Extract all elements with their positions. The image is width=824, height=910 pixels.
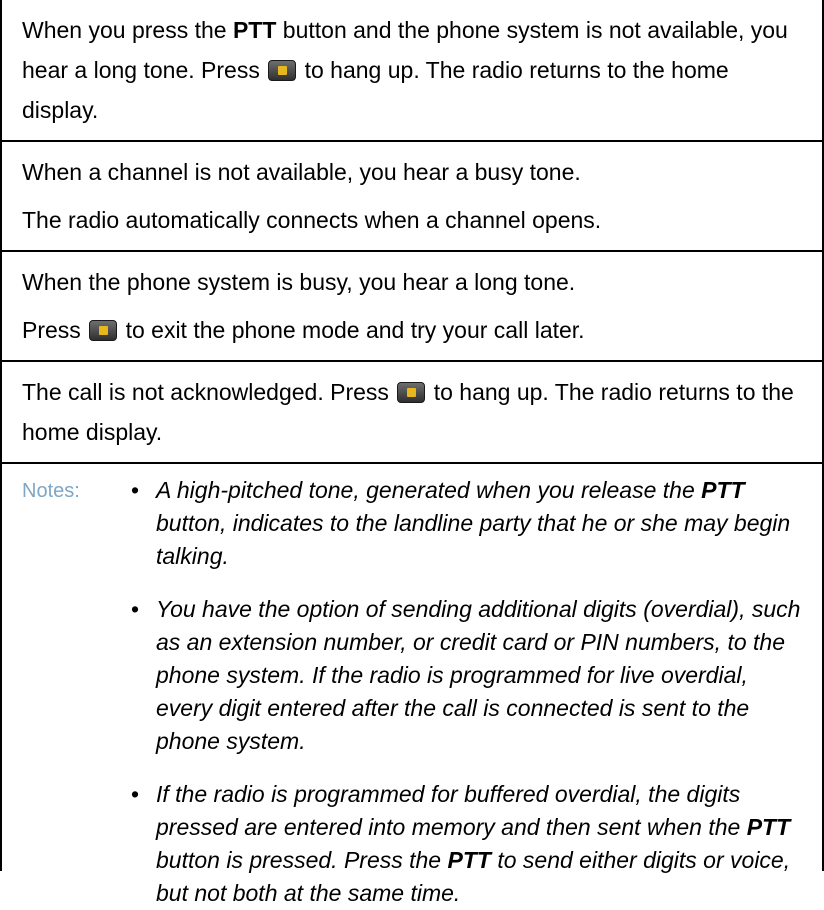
home-key-icon [89,320,118,341]
row-text: When the phone system is busy, you hear … [22,269,576,295]
notes-section: Notes: • A high-pitched tone, generated w… [2,464,822,910]
ptt-term: PTT [746,814,791,840]
row-text: When you press the PTT button and the ph… [22,17,788,123]
document-table: When you press the PTT button and the ph… [0,0,824,906]
ptt-term: PTT [701,477,745,503]
notes-list: • A high-pitched tone, generated when you… [22,474,802,910]
notes-label: Notes: [22,480,80,502]
table-row: When you press the PTT button and the ph… [2,0,822,142]
note-item: • A high-pitched tone, generated when you… [131,474,802,573]
bullet-icon: • [131,781,140,807]
ptt-term: PTT [232,17,277,43]
home-key-icon [268,60,297,81]
bullet-icon: • [131,596,140,622]
table-row: When the phone system is busy, you hear … [2,252,822,362]
table-row: When a channel is not available, you hea… [2,142,822,252]
home-key-icon [397,382,426,403]
row-text: The call is not acknowledged. Press to h… [22,379,794,445]
row-text: When a channel is not available, you hea… [22,159,581,185]
ptt-term: PTT [447,847,491,873]
row-text: Press to exit the phone mode and try you… [22,317,585,343]
note-item: • If the radio is programmed for buffered… [131,778,802,910]
bullet-icon: • [131,477,140,503]
row-text: The radio automatically connects when a … [22,207,602,233]
note-item: • You have the option of sending addition… [131,593,802,758]
table-row: The call is not acknowledged. Press to h… [2,362,822,464]
